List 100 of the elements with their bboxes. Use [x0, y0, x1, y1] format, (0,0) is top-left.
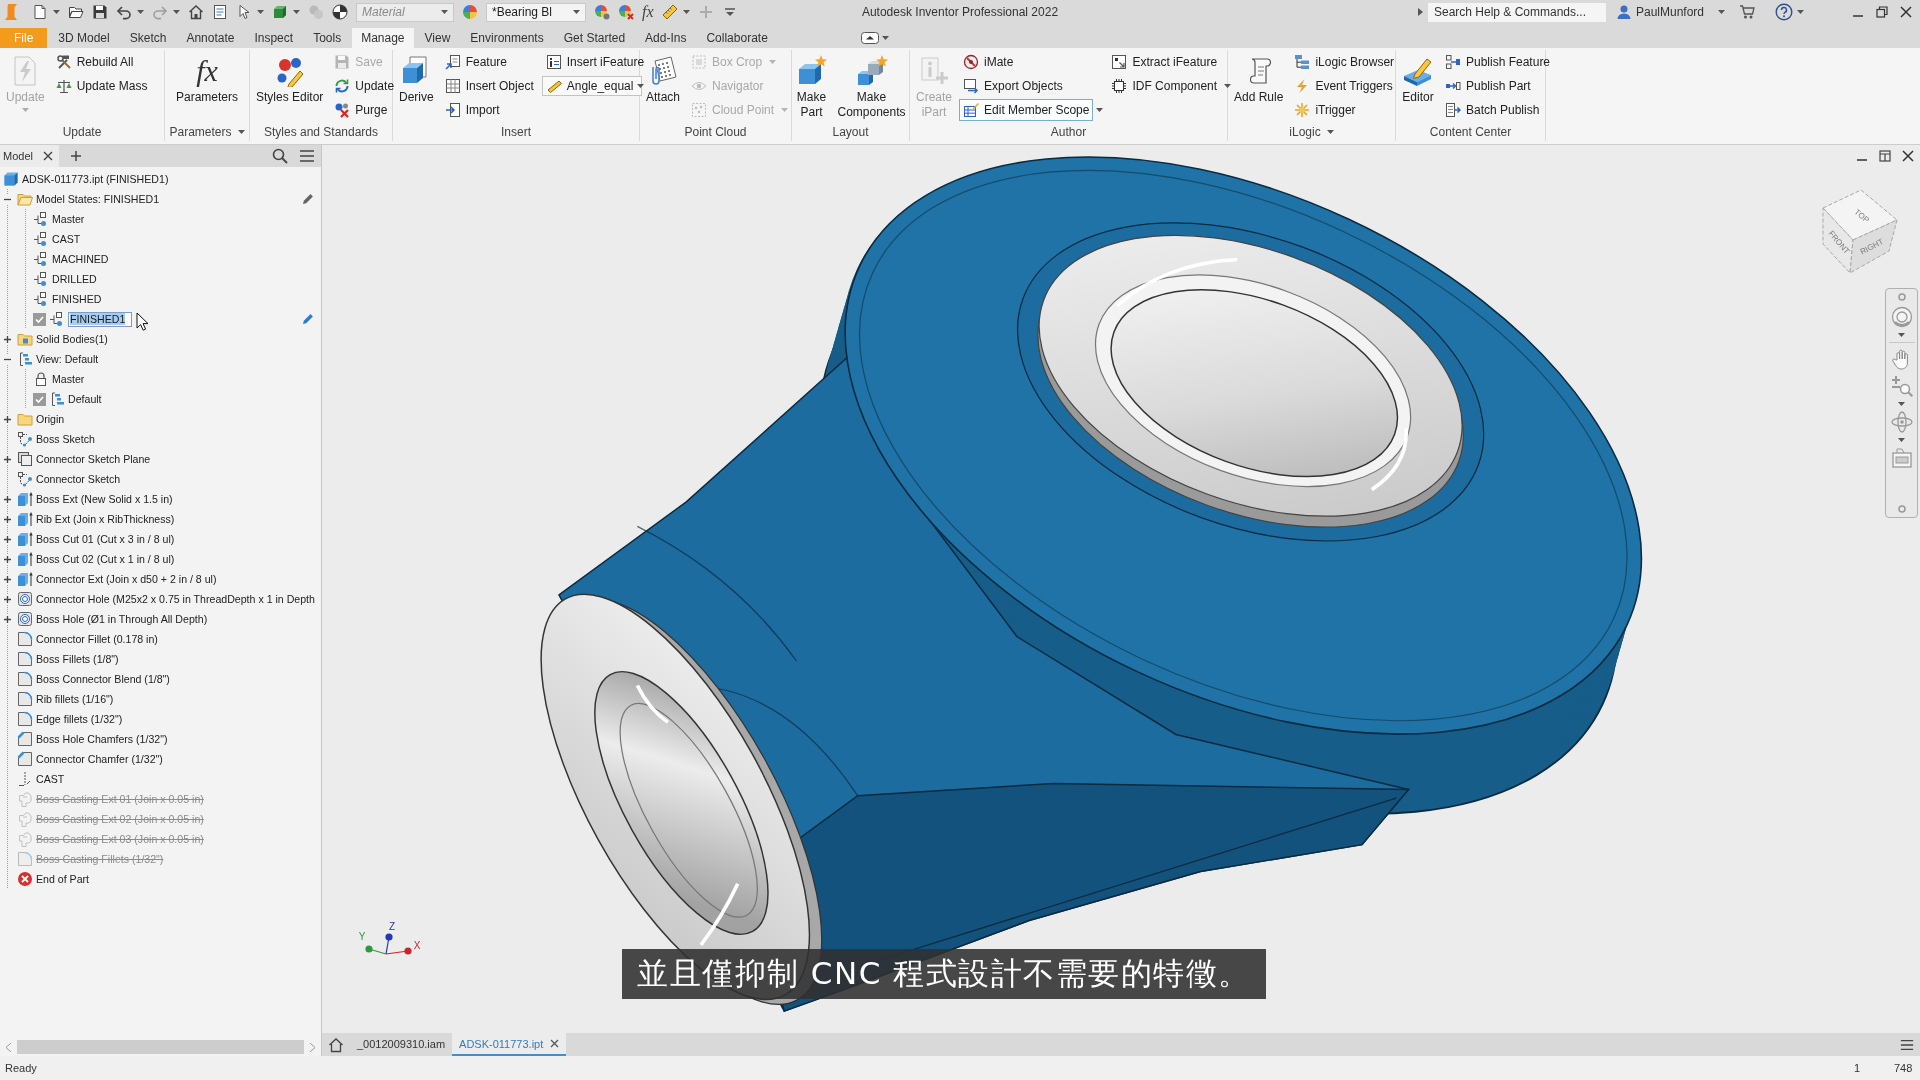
derive-button[interactable]: Derive: [396, 50, 437, 122]
insert-object-button[interactable]: Insert Object: [440, 75, 538, 97]
rebuild-all-button[interactable]: Rebuild All: [51, 51, 138, 73]
imate-button[interactable]: iMate: [959, 51, 1018, 73]
checkbox[interactable]: [33, 392, 46, 406]
tree-item[interactable]: Connector Sketch: [36, 473, 121, 485]
rename-field[interactable]: FINISHED1: [68, 311, 133, 327]
tree-item[interactable]: CAST: [36, 773, 65, 785]
folder-icon[interactable]: [68, 4, 84, 20]
close-icon[interactable]: [550, 1039, 560, 1048]
caret-icon[interactable]: [1224, 84, 1232, 88]
make-part-button[interactable]: Make Part: [792, 50, 831, 122]
ribbon-display-icon[interactable]: [860, 29, 879, 47]
tree-item[interactable]: FINISHED: [52, 293, 102, 305]
document-tab[interactable]: _0012009310.iam: [350, 1033, 453, 1056]
caret-icon[interactable]: [1096, 108, 1104, 112]
caret-icon[interactable]: [237, 129, 245, 134]
caret-icon[interactable]: [53, 10, 60, 14]
caret-icon[interactable]: [1718, 10, 1725, 14]
tree-item[interactable]: View: Default: [36, 353, 99, 365]
tree-item[interactable]: ADSK-011773.ipt (FINISHED1): [22, 173, 169, 185]
tree-item[interactable]: Boss Connector Blend (1/8"): [36, 673, 170, 685]
extract-ifeature-button[interactable]: Extract iFeature: [1107, 51, 1222, 73]
tree-item[interactable]: Connector Sketch Plane: [36, 453, 151, 465]
user-menu[interactable]: PaulMunford: [1631, 5, 1704, 19]
add-rule-button[interactable]: Add Rule: [1231, 50, 1287, 122]
pencil-icon[interactable]: [302, 313, 314, 325]
tree-item[interactable]: MACHINED: [52, 253, 109, 265]
pointer-icon[interactable]: [236, 4, 252, 20]
fx-icon[interactable]: fx: [642, 4, 654, 20]
tree-item[interactable]: Boss Cut 02 (Cut x 1 in / 8 ul): [36, 553, 175, 565]
tree-item[interactable]: Rib Ext (Join x RibThickness): [36, 513, 175, 525]
appearance-dropdown[interactable]: *Bearing Bl: [486, 2, 586, 22]
ribbon-tab[interactable]: Manage: [352, 28, 414, 48]
steering-wheel-icon[interactable]: [1890, 306, 1913, 328]
ribbon-tab[interactable]: View: [415, 28, 460, 48]
ribbon-tab[interactable]: Inspect: [245, 28, 303, 48]
menu-icon[interactable]: [1900, 1037, 1914, 1052]
cube-face-label[interactable]: TOP: [1852, 207, 1871, 225]
checkbox[interactable]: [33, 312, 46, 326]
ribbon-tab[interactable]: Collaborate: [697, 28, 777, 48]
ribbon-tab[interactable]: Tools: [304, 28, 351, 48]
tree-item[interactable]: Edge fillets (1/32"): [36, 713, 123, 725]
cart-icon[interactable]: [1739, 4, 1755, 20]
styles-editor-button[interactable]: Styles Editor: [253, 50, 327, 122]
ruler-icon[interactable]: [661, 4, 678, 20]
caret-icon[interactable]: [1898, 438, 1905, 442]
restore-icon[interactable]: [1876, 6, 1888, 18]
caret-icon[interactable]: [682, 10, 690, 14]
caret-icon[interactable]: [881, 36, 889, 40]
color-ball-x-icon[interactable]: [618, 4, 634, 20]
zoom-icon[interactable]: [1890, 375, 1913, 397]
caret-icon[interactable]: [1898, 333, 1905, 337]
document-icon[interactable]: [212, 4, 228, 20]
cube-icon[interactable]: [272, 4, 288, 20]
itrigger-button[interactable]: iTrigger: [1290, 99, 1360, 121]
edit-member-scope-button[interactable]: Edit Member Scope: [959, 99, 1094, 121]
checkered-ball-icon[interactable]: [332, 4, 348, 20]
export-objects-button[interactable]: Export Objects: [959, 75, 1067, 97]
ribbon-tab[interactable]: Sketch: [120, 28, 176, 48]
menu-icon[interactable]: [299, 148, 315, 164]
caret-icon[interactable]: [1797, 10, 1804, 14]
ribbon-tab[interactable]: Get Started: [554, 28, 635, 48]
undo-icon[interactable]: [116, 4, 132, 20]
caret-icon[interactable]: [137, 10, 144, 14]
home-icon[interactable]: [188, 4, 204, 20]
color-ball-icon[interactable]: [594, 4, 610, 20]
ribbon-tab[interactable]: Environments: [461, 28, 553, 48]
tree-item[interactable]: Connector Hole (M25x2 x 0.75 in ThreadDepth x 1 in Depth: [36, 593, 315, 605]
tree-item[interactable]: Boss Sketch: [36, 433, 95, 445]
browser-tab[interactable]: Model: [0, 145, 59, 167]
ribbon-tab[interactable]: Add-Ins: [636, 28, 696, 48]
tree-item[interactable]: Connector Ext (Join x d50 + 2 in / 8 ul): [36, 573, 217, 585]
close-icon[interactable]: [1902, 150, 1914, 162]
publish-feature-button[interactable]: Publish Feature: [1441, 51, 1555, 73]
scrollbar-thumb[interactable]: [17, 1040, 304, 1054]
purge-button[interactable]: Purge: [330, 99, 392, 121]
close-icon[interactable]: [1900, 6, 1912, 18]
page-icon[interactable]: [32, 4, 48, 20]
tree-item[interactable]: Master: [52, 213, 85, 225]
tree-item[interactable]: Connector Fillet (0.178 in): [36, 633, 158, 645]
tree-item[interactable]: DRILLED: [52, 273, 97, 285]
event-triggers-button[interactable]: Event Triggers: [1290, 75, 1397, 97]
close-icon[interactable]: [42, 151, 53, 161]
make-components-button[interactable]: Make Components: [834, 50, 909, 122]
update-mass-button[interactable]: Update Mass: [51, 75, 152, 97]
ilogic-browser-button[interactable]: iLogic Browser: [1290, 51, 1399, 73]
editor-button[interactable]: Editor: [1399, 50, 1437, 122]
expand-arrow-icon[interactable]: [1417, 8, 1423, 16]
tree-item[interactable]: Boss Cut 01 (Cut x 3 in / 8 ul): [36, 533, 175, 545]
tree-item[interactable]: End of Part: [36, 873, 89, 885]
caret-icon[interactable]: [1898, 402, 1905, 406]
ribbon-tab[interactable]: Annotate: [177, 28, 244, 48]
tree-item[interactable]: Boss Hole (Ø1 in Through All Depth): [36, 613, 208, 625]
caret-icon[interactable]: [257, 10, 264, 14]
feature-button[interactable]: Feature: [440, 51, 512, 73]
tree-item[interactable]: Master: [52, 373, 85, 385]
caret-icon[interactable]: [1326, 129, 1334, 134]
tree-item[interactable]: Origin: [36, 413, 65, 425]
import-button[interactable]: Import: [440, 99, 504, 121]
